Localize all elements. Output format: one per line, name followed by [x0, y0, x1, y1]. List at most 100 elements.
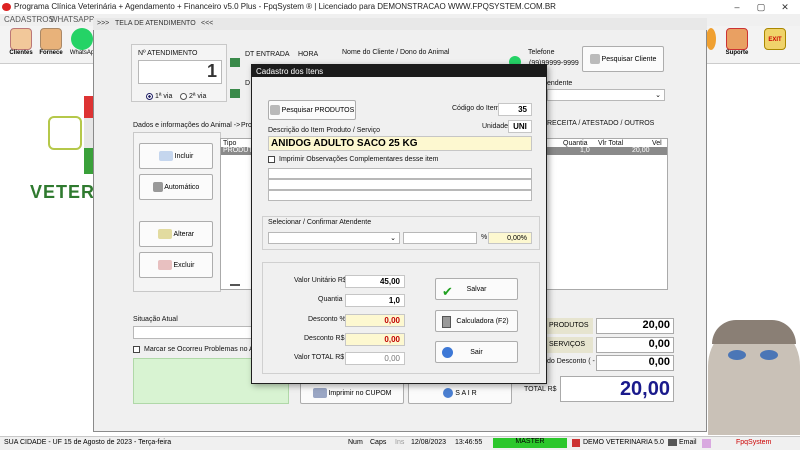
- total-servicos-value: 0,00: [596, 337, 674, 353]
- imprimir-obs-checkbox[interactable]: [268, 156, 275, 163]
- obs-line-2[interactable]: [268, 179, 532, 190]
- valor-unitario-label: Valor Unitário R$: [294, 277, 347, 284]
- atendimento-label: Nº ATENDIMENTO: [138, 50, 198, 57]
- total-produtos-label: PRODUTOS: [547, 318, 593, 334]
- sair-tela-button[interactable]: S A I R: [408, 382, 512, 404]
- status-email[interactable]: Email: [679, 439, 697, 446]
- tab-receita[interactable]: RECEITA / ATESTADO / OUTROS: [547, 120, 654, 127]
- grid-col-tipo: Tipo: [223, 140, 237, 147]
- support-agent-icon: [726, 28, 748, 50]
- search-product-icon: [269, 105, 280, 116]
- app-logo-icon: [2, 3, 11, 11]
- salvar-label: Salvar: [466, 286, 487, 293]
- grid-cell-vlr-total: 20,00: [632, 147, 650, 154]
- pesquisar-cliente-button[interactable]: Pesquisar Cliente: [582, 46, 664, 72]
- scrollbar-thumb[interactable]: [230, 284, 240, 286]
- status-num: Num: [348, 439, 363, 446]
- tela-atendimento-title-bar: >>> TELA DE ATENDIMENTO <<<: [93, 18, 707, 30]
- fornece-label: Fornece: [39, 50, 63, 56]
- automatico-label: Automático: [164, 184, 200, 191]
- close-button[interactable]: ✕: [774, 0, 796, 14]
- situacao-field[interactable]: [133, 326, 253, 339]
- app-title-bar: Programa Clínica Veterinária + Agendamen…: [0, 0, 800, 14]
- codigo-input[interactable]: 35: [498, 103, 532, 116]
- atendimento-number: 1: [138, 60, 222, 84]
- via2-radio[interactable]: [180, 93, 187, 100]
- dialog-title: Cadastro dos Itens: [251, 64, 547, 77]
- pesquisar-produtos-button[interactable]: Pesquisar PRODUTOS: [268, 100, 356, 120]
- status-cidade: SUA CIDADE - UF 15 de Agosto de 2023 - T…: [4, 439, 172, 446]
- atendente-label: endente: [547, 80, 573, 87]
- alterar-button[interactable]: Alterar: [139, 221, 213, 247]
- vet-logo-text: VETER: [30, 182, 96, 202]
- pesquisar-produtos-label: Pesquisar PRODUTOS: [281, 107, 355, 114]
- imprimir-cupom-button[interactable]: Imprimir no CUPOM: [300, 382, 404, 404]
- pesquisar-cliente-label: Pesquisar Cliente: [601, 56, 657, 63]
- menu-cadastros[interactable]: CADASTROS: [4, 15, 54, 24]
- calendar-icon[interactable]: [230, 58, 240, 67]
- sair-dialog-button[interactable]: Sair: [435, 341, 518, 363]
- total-value: 20,00: [560, 376, 674, 402]
- coin-icon: [706, 28, 716, 50]
- quantia-input[interactable]: 1,0: [345, 294, 405, 307]
- dt-entrada-label: DT ENTRADA: [245, 51, 290, 58]
- alterar-label: Alterar: [173, 231, 195, 238]
- unidade-label: Unidade: [482, 123, 509, 130]
- via1-radio[interactable]: [146, 93, 153, 100]
- automatico-button[interactable]: Automático: [139, 174, 213, 200]
- chevron-down-icon: ⌄: [655, 92, 661, 99]
- salvar-button[interactable]: ✔ Salvar: [435, 278, 518, 300]
- status-brand[interactable]: FpqSystem: [736, 439, 771, 446]
- fornece-button[interactable]: Fornece: [36, 28, 66, 62]
- excluir-button[interactable]: Excluir: [139, 252, 213, 278]
- obs-line-3[interactable]: [268, 190, 532, 201]
- desconto-rs-input[interactable]: 0,00: [345, 333, 405, 346]
- minimize-button[interactable]: –: [726, 0, 748, 14]
- grid-col-vlr-total: Vlr Total: [598, 140, 624, 147]
- desconto-total-value: 0,00: [596, 355, 674, 371]
- barcode-icon: [152, 182, 163, 193]
- calendar-icon-2[interactable]: [230, 89, 240, 98]
- atendente-select[interactable]: ⌄: [547, 89, 665, 101]
- clientes-button[interactable]: Clientes: [6, 28, 36, 62]
- dialog-chevron-down-icon: ⌄: [390, 235, 396, 242]
- email-icon: [668, 439, 677, 446]
- codigo-label: Código do Item: [452, 105, 500, 112]
- status-bar: SUA CIDADE - UF 15 de Agosto de 2023 - T…: [0, 436, 800, 450]
- dialog-atendente-select[interactable]: ⌄: [268, 232, 400, 244]
- incluir-button[interactable]: Incluir: [139, 143, 213, 169]
- problemas-checkbox[interactable]: [133, 346, 140, 353]
- grid-row-tipo[interactable]: PRODUTO: [221, 147, 258, 155]
- status-empresa: DEMO VETERINARIA 5.0: [583, 439, 664, 446]
- search-person-icon: [589, 54, 600, 65]
- valor-total-input: 0,00: [345, 352, 405, 365]
- desconto-total-label: do Desconto ( - ): [547, 358, 600, 365]
- printer-icon: [312, 388, 327, 399]
- atendente-comissao-field[interactable]: [403, 232, 477, 244]
- desconto-pct-input[interactable]: 0,00: [345, 314, 405, 327]
- menu-whatsapp[interactable]: WHATSAPP: [50, 15, 94, 24]
- tela-title: TELA DE ATENDIMENTO: [115, 20, 196, 27]
- hora-label: HORA: [298, 51, 319, 58]
- unidade-input[interactable]: UNI: [508, 120, 532, 133]
- obs-line-1[interactable]: [268, 168, 532, 179]
- whatsapp-icon: [71, 28, 93, 50]
- descricao-input[interactable]: ANIDOG ADULTO SACO 25 KG: [268, 136, 532, 151]
- calculadora-button[interactable]: Calculadora (F2): [435, 310, 518, 332]
- tab-dados-animal[interactable]: Dados e informações do Animal ->: [133, 122, 240, 129]
- suporte-label: Suporte: [725, 50, 749, 56]
- checkmark-icon: ✔: [442, 284, 453, 299]
- via2-label: 2ª via: [189, 93, 207, 100]
- exit-arrow-icon: [442, 347, 453, 358]
- via1-label: 1ª via: [155, 93, 173, 100]
- status-time: 13:46:55: [455, 439, 483, 446]
- exit-button[interactable]: EXIT: [760, 28, 790, 62]
- desconto-pct-label: Desconto %: [308, 316, 346, 323]
- maximize-button[interactable]: ▢: [750, 0, 772, 14]
- comissao-percent-field[interactable]: 0,00%: [488, 232, 532, 244]
- telefone-label: Telefone: [528, 49, 555, 56]
- app-title: Programa Clínica Veterinária + Agendamen…: [14, 2, 556, 11]
- brand-icon: [702, 439, 711, 448]
- suporte-button[interactable]: Suporte: [722, 28, 752, 62]
- valor-unitario-input[interactable]: 45,00: [345, 275, 405, 288]
